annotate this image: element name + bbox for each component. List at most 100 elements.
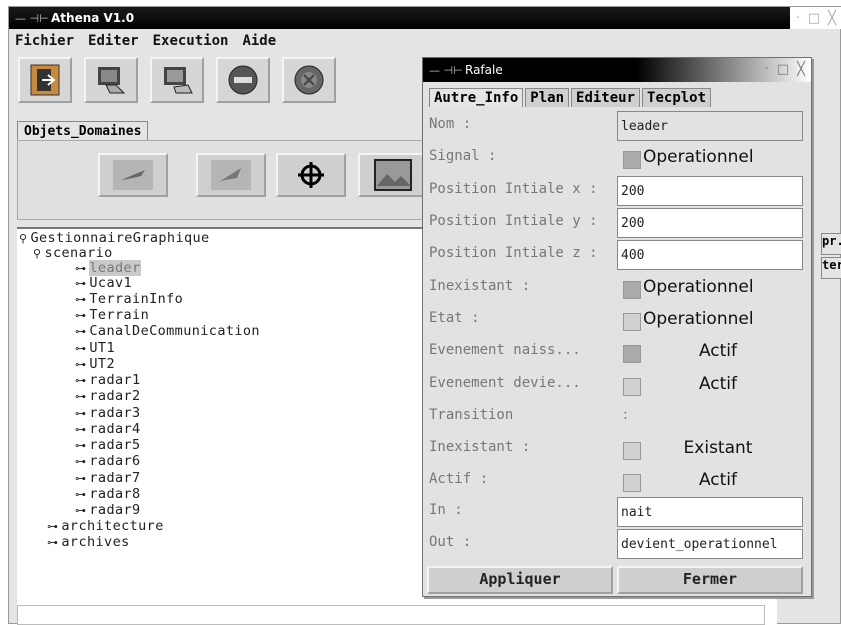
field-etat: Etat : Operationnel — [429, 309, 754, 331]
computer-hand-icon — [98, 67, 126, 94]
tree-item[interactable]: ⊶ CanalDeCommunication — [75, 324, 260, 339]
stop-button[interactable] — [282, 57, 336, 103]
leaf-key-icon: ⊶ — [75, 325, 87, 338]
menu-bar: Fichier Editer Execution Aide — [15, 33, 276, 49]
tree-item[interactable]: ⊶ radar8 — [75, 487, 141, 502]
leaf-key-icon: ⊶ — [75, 342, 87, 355]
field-signal: Signal : Operationnel — [429, 147, 754, 169]
menu-editer[interactable]: Editer — [88, 33, 139, 49]
dialog-controls: · □ ╳ — [759, 58, 811, 80]
rafale-dialog: — ⊣⊢ Rafale · □ ╳ Autre_Info Plan Editeu… — [422, 57, 812, 597]
close-button[interactable]: Fermer — [617, 566, 803, 594]
tree-item[interactable]: ⊶ radar9 — [75, 503, 141, 518]
tab-plan[interactable]: Plan — [525, 88, 570, 107]
close-icon[interactable]: ╳ — [797, 62, 805, 77]
open-button[interactable] — [84, 57, 138, 103]
tab-editeur[interactable]: Editeur — [571, 88, 641, 107]
tree-item[interactable]: ⊶ radar1 — [75, 373, 141, 388]
minimize-icon[interactable]: · — [765, 62, 769, 77]
tree-root[interactable]: ⚲ GestionnaireGraphique — [19, 231, 210, 246]
right-button-1[interactable]: pr. — [821, 233, 841, 255]
leaf-key-icon: ⊶ — [75, 455, 87, 468]
tree-item[interactable]: ⊶ radar2 — [75, 389, 141, 404]
apply-button[interactable]: Appliquer — [427, 566, 613, 594]
field-inexistant-2: Inexistant : Existant — [429, 438, 753, 460]
position-x-input[interactable]: 200 — [617, 176, 803, 206]
main-titlebar[interactable]: — ⊣⊢ Athena V1.0 · □ ╳ — [9, 7, 841, 29]
jet-icon — [211, 160, 251, 190]
field-evenement-devient: Evenement devie... Actif — [429, 374, 738, 396]
maximize-icon[interactable]: □ — [808, 11, 820, 26]
evenement-devient-checkbox[interactable] — [623, 378, 641, 396]
tree-item[interactable]: ⊶ radar6 — [75, 454, 141, 469]
position-y-input[interactable]: 200 — [617, 208, 803, 238]
remove-button[interactable] — [216, 57, 270, 103]
leaf-key-icon: ⊶ — [47, 520, 59, 533]
leaf-key-icon: ⊶ — [75, 504, 87, 517]
minimize-icon[interactable]: · — [796, 11, 800, 26]
leaf-key-icon: ⊶ — [75, 358, 87, 371]
out-input[interactable]: devient_operationnel — [617, 529, 803, 559]
evenement-naissance-checkbox[interactable] — [623, 345, 641, 363]
node-handle-icon: ⚲ — [33, 247, 42, 260]
tree-item[interactable]: ⊶ radar5 — [75, 438, 141, 453]
field-in: In : nait — [427, 496, 807, 528]
terrain-map-icon — [374, 159, 412, 191]
aircraft-icon — [113, 160, 153, 190]
field-pos-x: Position Intiale x : 200 — [427, 175, 807, 207]
tree-item[interactable]: ⊶ UT2 — [75, 357, 115, 372]
leaf-key-icon: ⊶ — [75, 407, 87, 420]
leaf-key-icon: ⊶ — [75, 472, 87, 485]
minus-circle-icon — [228, 65, 258, 95]
tree-item[interactable]: ⊶ Terrain — [75, 308, 149, 323]
dialog-titlebar[interactable]: — ⊣⊢ Rafale · □ ╳ — [423, 58, 811, 82]
tab-autre-info[interactable]: Autre_Info — [429, 88, 524, 107]
field-out: Out : devient_operationnel — [427, 528, 807, 560]
signal-checkbox[interactable] — [623, 151, 641, 169]
menu-execution[interactable]: Execution — [153, 33, 229, 49]
aircraft-button[interactable] — [98, 153, 168, 197]
position-z-input[interactable]: 400 — [617, 240, 803, 270]
dialog-menu-icon[interactable]: — ⊣⊢ — [429, 64, 465, 77]
menu-fichier[interactable]: Fichier — [15, 33, 74, 49]
tab-tecplot[interactable]: Tecplot — [642, 88, 712, 107]
etat-checkbox[interactable] — [623, 313, 641, 331]
tree-item[interactable]: ⊶ radar3 — [75, 406, 141, 421]
horizontal-scrollbar[interactable] — [17, 605, 765, 625]
jet-button[interactable] — [196, 153, 266, 197]
tree-item[interactable]: ⊶ radar4 — [75, 422, 141, 437]
inexistant-checkbox[interactable] — [623, 281, 641, 299]
field-transition: Transition : — [429, 407, 628, 423]
tree-item[interactable]: ⊶ Ucav1 — [75, 276, 132, 291]
exit-door-icon — [30, 64, 60, 96]
field-nom: Nom : leader — [427, 110, 807, 142]
inexistant-2-checkbox[interactable] — [623, 442, 641, 460]
right-button-2[interactable]: ter — [821, 257, 841, 279]
in-input[interactable]: nait — [617, 497, 803, 527]
tree-item[interactable]: ⊶ radar7 — [75, 471, 141, 486]
dialog-title: Rafale — [465, 63, 503, 77]
maximize-icon[interactable]: □ — [777, 62, 789, 77]
leaf-key-icon: ⊶ — [75, 390, 87, 403]
terrain-button[interactable] — [358, 153, 428, 197]
target-button[interactable] — [276, 153, 346, 197]
leaf-key-icon: ⊶ — [75, 374, 87, 387]
tree-archives[interactable]: ⊶ archives — [47, 535, 130, 550]
tree-scenario[interactable]: ⚲ scenario — [33, 246, 113, 261]
exit-button[interactable] — [18, 57, 72, 103]
save-button[interactable] — [150, 57, 204, 103]
close-icon[interactable]: ╳ — [828, 11, 836, 26]
actif-checkbox[interactable] — [623, 474, 641, 492]
tree-item-leader[interactable]: ⊶ leader — [75, 260, 141, 276]
field-pos-z: Position Intiale z : 400 — [427, 239, 807, 271]
tree-architecture[interactable]: ⊶ architecture — [47, 519, 164, 534]
tree-item[interactable]: ⊶ UT1 — [75, 341, 115, 356]
tab-objets-domaines[interactable]: Objets_Domaines — [17, 121, 149, 141]
dialog-tabs: Autre_Info Plan Editeur Tecplot — [429, 88, 712, 107]
window-menu-icon[interactable]: — ⊣⊢ — [15, 12, 51, 25]
tree-item[interactable]: ⊶ TerrainInfo — [75, 292, 183, 307]
computer-hand-icon — [164, 67, 193, 94]
menu-aide[interactable]: Aide — [242, 33, 276, 49]
leaf-key-icon: ⊶ — [75, 309, 87, 322]
leaf-key-icon: ⊶ — [75, 293, 87, 306]
